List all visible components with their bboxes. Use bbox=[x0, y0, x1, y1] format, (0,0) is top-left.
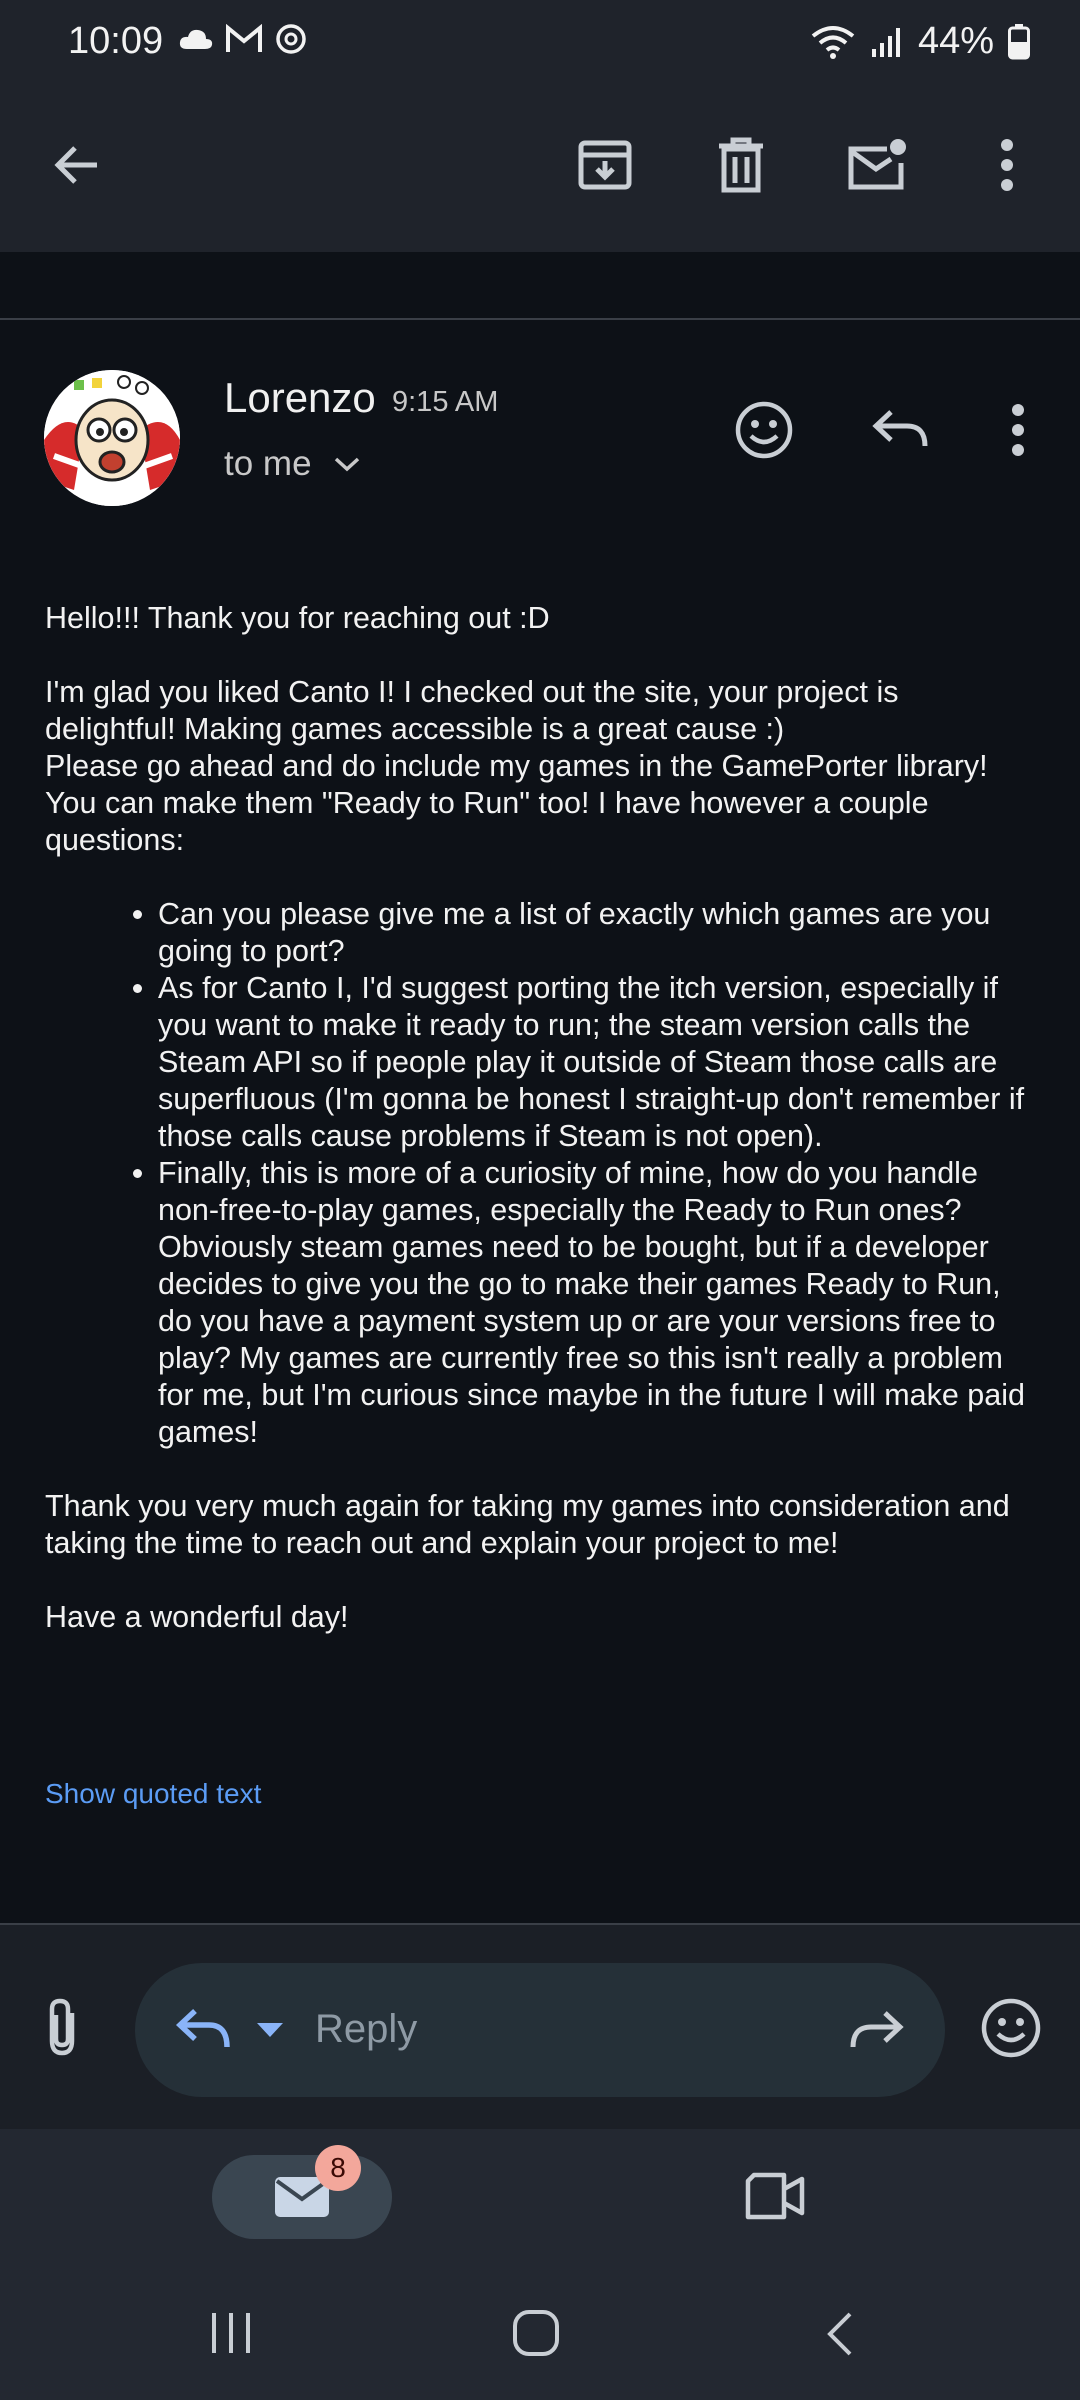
body-greeting: Hello!!! Thank you for reaching out :D bbox=[45, 601, 550, 635]
forward-icon[interactable] bbox=[849, 2007, 905, 2060]
reply-type-icon[interactable] bbox=[175, 2005, 231, 2060]
emoji-react-icon[interactable] bbox=[724, 390, 804, 470]
reply-bar: Reply bbox=[0, 1923, 1080, 2131]
chevron-down-icon bbox=[334, 457, 359, 472]
emoji-icon[interactable] bbox=[980, 1997, 1042, 2064]
recipient-label: to me bbox=[224, 444, 312, 483]
unread-badge: 8 bbox=[315, 2145, 361, 2191]
top-app-bar: 10:09 44% bbox=[0, 0, 1080, 252]
attachment-icon[interactable] bbox=[40, 1997, 84, 2064]
back-arrow-icon[interactable] bbox=[42, 130, 112, 200]
cloud-icon bbox=[179, 29, 213, 49]
question-list: Can you please give me a list of exactly… bbox=[45, 896, 1035, 1451]
status-right-group: 44% bbox=[810, 20, 1030, 63]
body-paragraph-1: I'm glad you liked Canto I! I checked ou… bbox=[45, 675, 899, 746]
recent-apps-icon[interactable] bbox=[206, 2311, 256, 2360]
list-item: Can you please give me a list of exactly… bbox=[158, 896, 1035, 970]
toolbar bbox=[0, 110, 1080, 220]
gmail-icon bbox=[226, 24, 262, 52]
message-header: Lorenzo 9:15 AM to me bbox=[0, 320, 1080, 520]
delete-icon[interactable] bbox=[706, 130, 776, 200]
status-bar: 10:09 44% bbox=[0, 0, 1080, 90]
show-quoted-text-link[interactable]: Show quoted text bbox=[45, 1778, 261, 1810]
message-time: 9:15 AM bbox=[392, 386, 499, 418]
mark-unread-icon[interactable] bbox=[842, 130, 912, 200]
archive-icon[interactable] bbox=[570, 130, 640, 200]
meet-video-icon[interactable] bbox=[744, 2171, 806, 2226]
list-item: As for Canto I, I'd suggest porting the … bbox=[158, 970, 1035, 1155]
reply-field[interactable]: Reply bbox=[135, 1963, 945, 2097]
list-item: Finally, this is more of a curiosity of … bbox=[158, 1155, 1035, 1451]
status-notification-icons bbox=[178, 22, 308, 56]
battery-icon bbox=[1008, 23, 1030, 59]
bottom-navigation: 8 bbox=[0, 2129, 1080, 2400]
signal-icon bbox=[871, 27, 900, 57]
sender-name: Lorenzo bbox=[224, 374, 376, 421]
home-icon[interactable] bbox=[512, 2309, 560, 2362]
body-paragraph-1b: Please go ahead and do include my games … bbox=[45, 749, 988, 857]
system-back-icon[interactable] bbox=[824, 2311, 854, 2362]
body-paragraph-2: Thank you very much again for taking my … bbox=[45, 1489, 1010, 1560]
subject-spacer bbox=[0, 252, 1080, 320]
status-time: 10:09 bbox=[68, 20, 164, 62]
more-vert-icon[interactable] bbox=[972, 130, 1042, 200]
battery-percent: 44% bbox=[917, 20, 994, 62]
avatar[interactable] bbox=[44, 370, 180, 506]
recipient-toggle[interactable]: to me bbox=[224, 444, 360, 484]
reply-dropdown-icon[interactable] bbox=[255, 2021, 285, 2044]
wifi-icon bbox=[811, 25, 855, 59]
sync-icon bbox=[276, 24, 306, 54]
nav-mail-tab[interactable] bbox=[212, 2155, 392, 2239]
reply-icon[interactable] bbox=[860, 390, 940, 470]
body-signoff: Have a wonderful day! bbox=[45, 1600, 349, 1634]
message-body: Hello!!! Thank you for reaching out :D I… bbox=[45, 600, 1035, 1673]
reply-placeholder: Reply bbox=[315, 2007, 418, 2051]
message-more-icon[interactable] bbox=[978, 390, 1058, 470]
